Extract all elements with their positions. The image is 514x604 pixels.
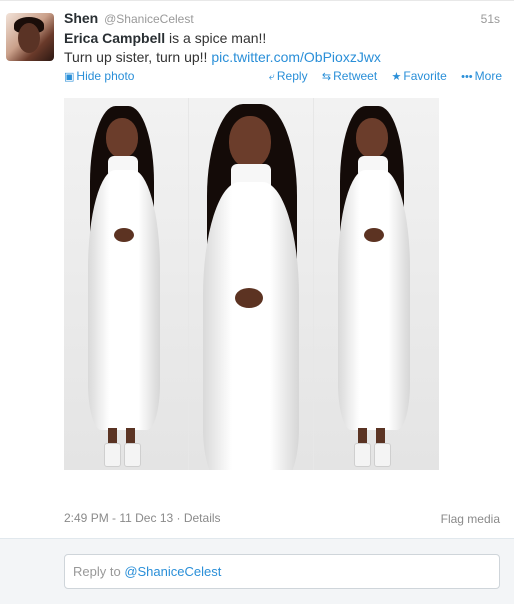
figure-hands xyxy=(235,288,263,308)
flag-media-link[interactable]: Flag media xyxy=(441,512,500,526)
figure-dress xyxy=(88,170,160,430)
figure-hands xyxy=(114,228,134,242)
favorite-button[interactable]: ★ Favorite xyxy=(392,69,447,83)
figure-shoe xyxy=(354,443,371,467)
tweet-header: Shen @ShaniceCelest xyxy=(64,10,194,26)
more-button[interactable]: ••• More xyxy=(461,69,502,83)
retweet-icon: ⇆ xyxy=(321,71,332,83)
avatar-face xyxy=(18,23,40,53)
tweet-line1-rest: is a spice man!! xyxy=(165,30,267,46)
avatar[interactable] xyxy=(6,13,54,61)
tweet-bold-name: Erica Campbell xyxy=(64,30,166,46)
retweet-button[interactable]: ⇆ Retweet xyxy=(322,69,377,83)
hide-photo-label: Hide photo xyxy=(76,69,135,83)
tweet-time[interactable]: 51s xyxy=(481,12,500,26)
tweet-card: Shen @ShaniceCelest 51s Erica Campbell i… xyxy=(0,0,514,539)
figure-dress xyxy=(338,170,410,430)
figure-head xyxy=(229,116,271,168)
tweet-photo[interactable] xyxy=(64,98,439,470)
fullname[interactable]: Shen xyxy=(64,10,98,26)
reply-prefix: Reply to xyxy=(73,564,125,579)
reply-button[interactable]: ⤶ Reply xyxy=(269,69,308,83)
photo-icon: ▣ xyxy=(64,71,75,83)
dots-icon: ••• xyxy=(461,71,473,83)
figure-shoe xyxy=(124,443,141,467)
star-icon: ★ xyxy=(391,71,402,83)
tweet-meta: 2:49 PM - 11 Dec 13 · Details xyxy=(64,511,221,525)
reply-mention: @ShaniceCelest xyxy=(124,564,222,579)
favorite-label: Favorite xyxy=(403,69,447,83)
photo-panel-right xyxy=(314,98,439,470)
reply-arrow-icon: ⤶ xyxy=(268,71,275,83)
hide-photo-button[interactable]: ▣ Hide photo xyxy=(64,69,134,83)
figure-hands xyxy=(364,228,384,242)
tweet-action-group: ⤶ Reply ⇆ Retweet ★ Favorite ••• More xyxy=(258,69,502,84)
tweet-actions: ▣ Hide photo ⤶ Reply ⇆ Retweet ★ Favorite ••… xyxy=(64,69,502,85)
pic-link[interactable]: pic.twitter.com/ObPioxzJwx xyxy=(211,49,381,65)
tweet-line2: Turn up sister, turn up!! xyxy=(64,49,212,65)
retweet-label: Retweet xyxy=(333,69,378,83)
figure-head xyxy=(106,118,138,158)
reply-label: Reply xyxy=(276,69,308,83)
username[interactable]: @ShaniceCelest xyxy=(104,12,194,26)
figure-dress xyxy=(203,182,299,470)
reply-input[interactable]: Reply to @ShaniceCelest xyxy=(64,554,500,589)
more-label: More xyxy=(474,69,502,83)
figure-head xyxy=(356,118,388,158)
figure-shoe xyxy=(104,443,121,467)
photo-panel-left xyxy=(64,98,188,470)
figure-shoe xyxy=(374,443,391,467)
tweet-timestamp: 2:49 PM - 11 Dec 13 xyxy=(64,511,174,525)
details-link[interactable]: Details xyxy=(184,511,221,525)
photo-panel-center xyxy=(189,98,313,470)
meta-separator: · xyxy=(173,511,184,525)
reply-area: Reply to @ShaniceCelest xyxy=(0,538,514,604)
tweet-text: Erica Campbell is a spice man!! Turn up … xyxy=(64,29,504,67)
